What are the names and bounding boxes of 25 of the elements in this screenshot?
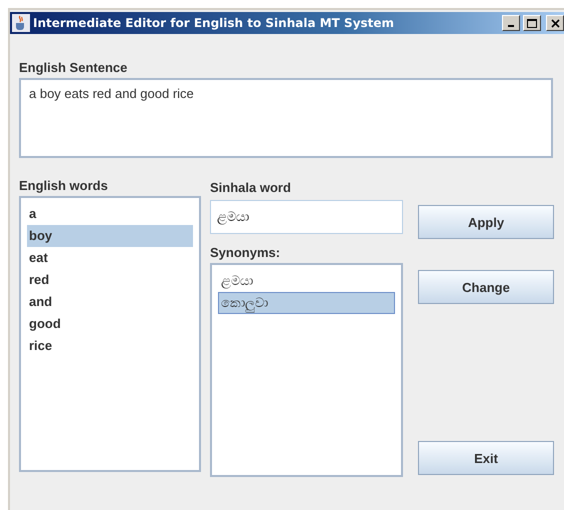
window-title: Intermediate Editor for English to Sinhala MT System bbox=[33, 16, 396, 30]
word-item[interactable]: and bbox=[27, 291, 193, 313]
english-sentence-field[interactable]: a boy eats red and good rice bbox=[19, 78, 553, 158]
action-button[interactable]: Exit bbox=[418, 441, 554, 475]
close-icon bbox=[550, 18, 560, 28]
word-item[interactable]: good bbox=[27, 313, 193, 335]
synonyms-label: Synonyms: bbox=[210, 245, 282, 261]
word-item[interactable]: boy bbox=[27, 225, 193, 247]
sinhala-word-field[interactable]: ළමයා bbox=[210, 200, 403, 234]
action-button[interactable]: Change bbox=[418, 270, 554, 304]
coffee-cup-icon bbox=[12, 14, 30, 32]
action-button[interactable]: Apply bbox=[418, 205, 554, 239]
close-button[interactable] bbox=[546, 15, 564, 31]
maximize-button[interactable] bbox=[523, 15, 541, 31]
english-sentence-label: English Sentence bbox=[19, 60, 128, 76]
synonym-item[interactable]: ළමයා bbox=[218, 270, 395, 292]
synonym-item[interactable]: කොලුවා bbox=[218, 292, 395, 314]
word-item[interactable]: rice bbox=[27, 335, 193, 357]
word-item[interactable]: red bbox=[27, 269, 193, 291]
sinhala-word-label: Sinhala word bbox=[210, 180, 292, 196]
maximize-icon bbox=[527, 18, 537, 28]
word-item[interactable]: a bbox=[27, 203, 193, 225]
word-item[interactable]: eat bbox=[27, 247, 193, 269]
english-words-label: English words bbox=[19, 178, 109, 194]
minimize-button[interactable] bbox=[502, 15, 520, 31]
